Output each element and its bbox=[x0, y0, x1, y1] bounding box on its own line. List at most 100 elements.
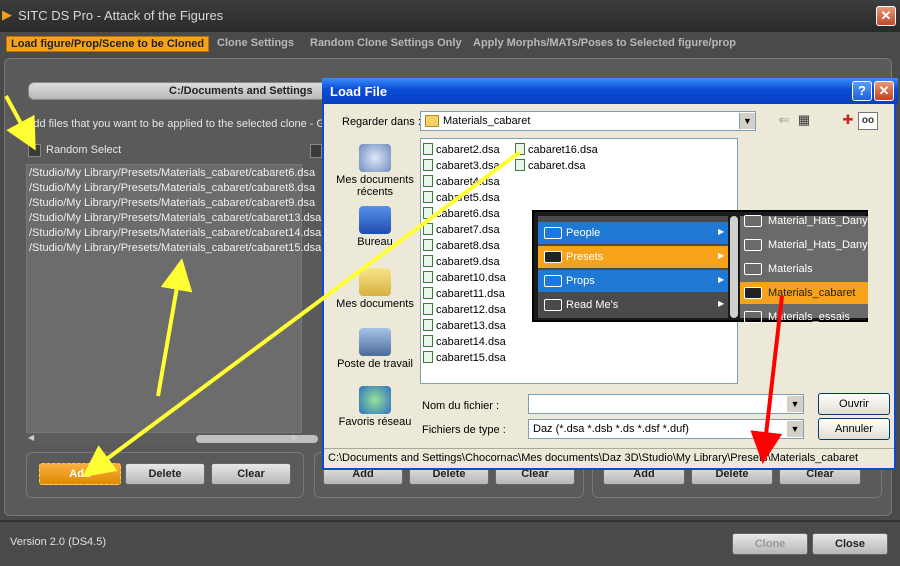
place-label: Favoris réseau bbox=[338, 416, 412, 428]
dsa-file-icon bbox=[423, 159, 433, 171]
scroll-left-icon[interactable]: ◀ bbox=[28, 433, 34, 442]
list-item[interactable]: /Studio/My Library/Presets/Materials_cab… bbox=[29, 182, 315, 194]
submenu: Material_Hats_Dany Material_Hats_Dany Ma… bbox=[740, 215, 868, 323]
list-item[interactable]: cabaret2.dsa bbox=[423, 143, 500, 156]
horizontal-scrollbar[interactable]: ◀ ▶ bbox=[26, 432, 318, 444]
chevron-down-icon[interactable]: ▼ bbox=[739, 113, 755, 129]
back-icon[interactable]: ⇐ bbox=[774, 112, 794, 130]
place-desktop[interactable]: Bureau bbox=[332, 206, 418, 248]
dsa-file-icon bbox=[423, 271, 433, 283]
place-my-computer[interactable]: Poste de travail bbox=[332, 328, 418, 370]
list-item[interactable]: cabaret13.dsa bbox=[423, 319, 506, 332]
filename-input[interactable]: ▼ bbox=[528, 394, 804, 414]
chevron-down-icon[interactable]: ▼ bbox=[787, 396, 803, 412]
delete-button[interactable]: Delete bbox=[125, 463, 205, 485]
list-item[interactable]: cabaret.dsa bbox=[515, 159, 585, 172]
dsa-file-icon bbox=[515, 143, 525, 155]
view-icon[interactable]: oo bbox=[858, 112, 878, 130]
tab-load-figure[interactable]: Load figure/Prop/Scene to be Cloned bbox=[6, 36, 210, 52]
path-button[interactable]: C:/Documents and Settings bbox=[28, 82, 338, 100]
random-select-label: Random Select bbox=[46, 144, 122, 156]
place-network[interactable]: Favoris réseau bbox=[332, 386, 418, 428]
list-item[interactable]: cabaret15.dsa bbox=[423, 351, 506, 364]
dialog-close-button[interactable]: ✕ bbox=[874, 81, 894, 101]
menu-item-people[interactable]: People ▶ bbox=[538, 222, 728, 244]
tab-bar: Load figure/Prop/Scene to be Cloned Clon… bbox=[0, 34, 900, 56]
view-menu-icon[interactable]: ▦ bbox=[794, 112, 814, 130]
add-button[interactable]: Add bbox=[39, 463, 121, 485]
list-item[interactable]: cabaret14.dsa bbox=[423, 335, 506, 348]
place-recent[interactable]: Mes documents récents bbox=[332, 144, 418, 198]
list-item[interactable]: cabaret9.dsa bbox=[423, 255, 500, 268]
list-item[interactable]: cabaret11.dsa bbox=[423, 287, 505, 300]
dsa-file-icon bbox=[423, 351, 433, 363]
my-documents-icon bbox=[359, 268, 391, 296]
submenu-item[interactable]: Material_Hats_Dany bbox=[740, 234, 868, 256]
clone-button[interactable]: Clone bbox=[732, 533, 808, 555]
clear-button[interactable]: Clear bbox=[211, 463, 291, 485]
list-item[interactable]: cabaret4.dsa bbox=[423, 175, 500, 188]
list-item[interactable]: cabaret8.dsa bbox=[423, 239, 500, 252]
help-button[interactable]: ? bbox=[852, 81, 872, 101]
dsa-file-icon bbox=[423, 335, 433, 347]
place-my-documents[interactable]: Mes documents bbox=[332, 268, 418, 310]
list-item[interactable]: cabaret3.dsa bbox=[423, 159, 500, 172]
scroll-right-icon[interactable]: ▶ bbox=[292, 433, 298, 442]
close-button[interactable]: Close bbox=[812, 533, 888, 555]
submenu-item[interactable]: Materials bbox=[740, 258, 868, 280]
menu-scrollbar[interactable] bbox=[730, 216, 738, 318]
list-item[interactable]: cabaret5.dsa bbox=[423, 191, 500, 204]
list-item[interactable]: /Studio/My Library/Presets/Materials_cab… bbox=[29, 212, 321, 224]
dialog-title: Load File bbox=[330, 84, 388, 99]
footer-divider bbox=[0, 520, 900, 522]
list-item[interactable]: cabaret7.dsa bbox=[423, 223, 500, 236]
secondary-checkbox[interactable] bbox=[310, 144, 322, 158]
scrollbar-thumb[interactable] bbox=[196, 435, 318, 443]
submenu-item[interactable]: Materials_essais bbox=[740, 306, 868, 328]
dsa-file-icon bbox=[423, 303, 433, 315]
filetype-label: Fichiers de type : bbox=[422, 424, 506, 436]
list-item[interactable]: cabaret10.dsa bbox=[423, 271, 506, 284]
filetype-dropdown[interactable]: Daz (*.dsa *.dsb *.ds *.dsf *.duf) ▼ bbox=[528, 419, 804, 439]
cancel-button[interactable]: Annuler bbox=[818, 418, 890, 440]
dialog-title-bar: Load File ? ✕ bbox=[322, 78, 898, 104]
dsa-file-icon bbox=[515, 159, 525, 171]
folder-icon bbox=[544, 299, 562, 311]
dsa-file-icon bbox=[423, 143, 433, 155]
window-close-button[interactable]: ✕ bbox=[876, 6, 896, 26]
hint-text: Add files that you want to be applied to… bbox=[26, 118, 326, 130]
version-label: Version 2.0 (DS4.5) bbox=[10, 536, 106, 548]
lookin-dropdown[interactable]: Materials_cabaret ▼ bbox=[420, 111, 756, 131]
list-item[interactable]: /Studio/My Library/Presets/Materials_cab… bbox=[29, 197, 315, 209]
list-item[interactable]: /Studio/My Library/Presets/Materials_cab… bbox=[29, 227, 321, 239]
open-button[interactable]: Ouvrir bbox=[818, 393, 890, 415]
place-label: Mes documents récents bbox=[336, 174, 414, 198]
chevron-right-icon: ▶ bbox=[718, 299, 725, 308]
place-label: Poste de travail bbox=[337, 358, 413, 370]
dsa-file-icon bbox=[423, 175, 433, 187]
menu-item-readmes[interactable]: Read Me's ▶ bbox=[538, 294, 728, 316]
folder-icon bbox=[744, 239, 762, 251]
menu-item-presets[interactable]: Presets ▶ bbox=[538, 246, 728, 268]
figure-icon[interactable]: ✚ bbox=[838, 112, 858, 130]
lookin-value: Materials_cabaret bbox=[443, 115, 531, 127]
submenu-item[interactable]: Material_Hats_Dany bbox=[740, 210, 868, 232]
status-path: C:\Documents and Settings\Chocornac\Mes … bbox=[328, 452, 859, 464]
chevron-right-icon: ▶ bbox=[718, 227, 725, 236]
submenu-item-selected[interactable]: Materials_cabaret bbox=[740, 282, 868, 304]
tab-apply-morphs[interactable]: Apply Morphs/MATs/Poses to Selected figu… bbox=[473, 37, 736, 49]
tab-clone-settings[interactable]: Clone Settings bbox=[217, 37, 294, 49]
recent-documents-icon bbox=[359, 144, 391, 172]
random-select-checkbox[interactable] bbox=[28, 144, 41, 157]
file-list[interactable]: /Studio/My Library/Presets/Materials_cab… bbox=[26, 164, 321, 444]
dsa-file-icon bbox=[423, 239, 433, 251]
menu-item-props[interactable]: Props ▶ bbox=[538, 270, 728, 292]
list-item[interactable]: /Studio/My Library/Presets/Materials_cab… bbox=[29, 167, 315, 179]
tab-random-clone-settings[interactable]: Random Clone Settings Only bbox=[310, 37, 462, 49]
list-item[interactable]: /Studio/My Library/Presets/Materials_cab… bbox=[29, 242, 321, 254]
list-item[interactable]: cabaret16.dsa bbox=[515, 143, 598, 156]
list-item[interactable]: cabaret12.dsa bbox=[423, 303, 506, 316]
list-item[interactable]: cabaret6.dsa bbox=[423, 207, 500, 220]
chevron-down-icon[interactable]: ▼ bbox=[787, 421, 803, 437]
my-computer-icon bbox=[359, 328, 391, 356]
